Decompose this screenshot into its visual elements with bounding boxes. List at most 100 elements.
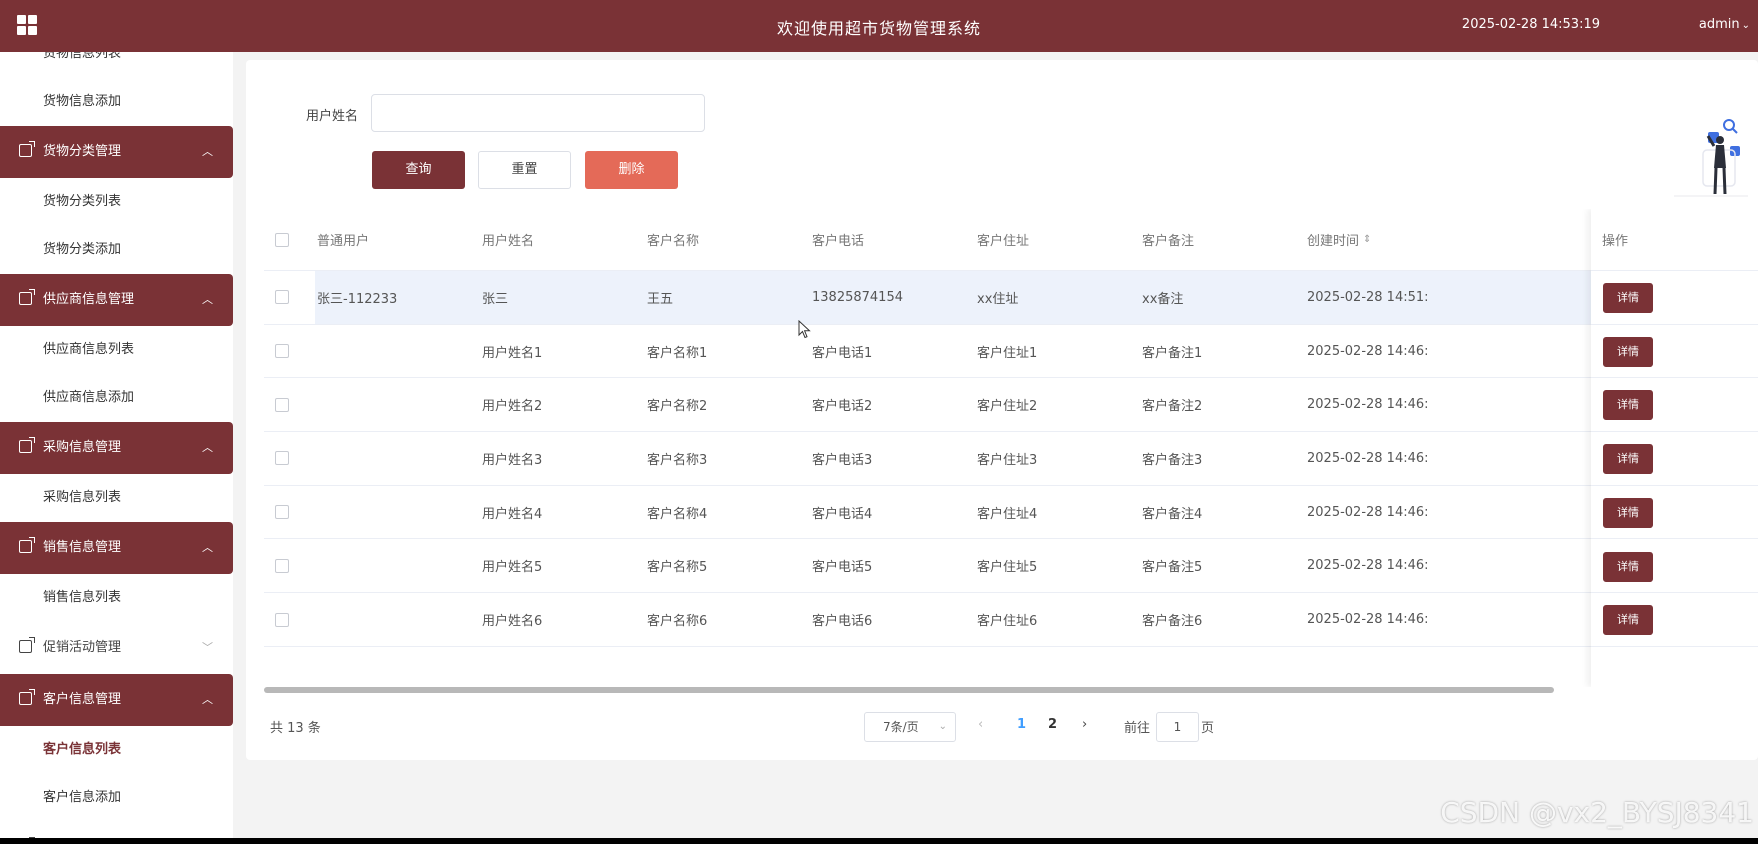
reset-button[interactable]: 重置 (478, 151, 571, 189)
sidebar-group[interactable]: 客户信息管理 ︿ (0, 674, 233, 726)
sidebar-group-label: 促销活动管理 (43, 640, 122, 655)
column-header-phone: 客户电话 (812, 209, 972, 270)
row-checkbox[interactable] (275, 397, 289, 412)
detail-button[interactable]: 详情 (1603, 444, 1653, 475)
cell-remark: 客户备注4 (1142, 506, 1203, 522)
sidebar-group[interactable]: 采购信息管理 ︿ (0, 422, 233, 474)
edit-icon (19, 689, 35, 705)
sidebar-item[interactable]: 客户信息列表 (0, 726, 233, 774)
detail-button[interactable]: 详情 (1603, 551, 1653, 582)
prev-page-button[interactable]: ‹ (978, 717, 983, 732)
detail-button[interactable]: 详情 (1603, 497, 1653, 528)
table-row[interactable]: 用户姓名4 客户名称4 客户电话4 客户住址4 客户备注4 2025-02-28 14:4… (264, 485, 1758, 540)
sidebar-item[interactable]: 客户信息添加 (0, 774, 233, 822)
sidebar-group[interactable]: 供应商信息管理 ︿ (0, 274, 233, 326)
sidebar-item[interactable]: 货物分类列表 (0, 178, 233, 226)
page-1-button[interactable]: 1 (1017, 717, 1026, 732)
cell-customer: 客户名称5 (647, 560, 708, 576)
next-page-button[interactable]: › (1082, 717, 1087, 732)
sidebar-group[interactable]: 促销活动管理 ﹀ (0, 622, 233, 674)
select-all-checkbox[interactable] (275, 232, 289, 247)
horizontal-scrollbar[interactable] (264, 687, 1554, 693)
cell-phone: 客户电话5 (812, 560, 873, 576)
sidebar-item[interactable]: 销售信息列表 (0, 574, 233, 622)
page-size-select[interactable]: 7条/页 ⌄ (864, 712, 956, 742)
detail-button[interactable]: 详情 (1603, 336, 1653, 367)
sidebar-item[interactable]: 采购信息列表 (0, 474, 233, 522)
column-header-label: 客户电话 (812, 234, 865, 249)
cell-phone: 客户电话6 (812, 614, 873, 630)
sidebar-group-label: 客户信息管理 (43, 692, 122, 707)
cell-user (317, 540, 477, 593)
customer-table: 普通用户 用户姓名 客户名称 客户电话 客户住址 客户备注 创建时间 ⇕ 张三-112233 张… (264, 209, 1758, 687)
sidebar-group[interactable]: 员工信息管理﹀ (0, 822, 233, 838)
watermark: CSDN @vx2_BYSJ8341 (1440, 796, 1754, 829)
column-header-created[interactable]: 创建时间 ⇕ (1307, 209, 1467, 270)
cell-customer: 客户名称2 (647, 399, 708, 415)
cell-created: 2025-02-28 14:46:4 (1307, 558, 1427, 574)
page-size-value: 7条/页 (883, 720, 919, 734)
goto-prefix: 前往 (1124, 721, 1151, 736)
sidebar-item[interactable]: 供应商信息添加 (0, 374, 233, 422)
row-checkbox[interactable] (275, 505, 289, 520)
chevron-up-icon: ︿ (202, 293, 213, 306)
table-row[interactable]: 用户姓名6 客户名称6 客户电话6 客户住址6 客户备注6 2025-02-28 14:4… (264, 593, 1758, 647)
search-illustration (1674, 119, 1748, 197)
sidebar-group[interactable]: 销售信息管理 ︿ (0, 522, 233, 574)
row-checkbox[interactable] (275, 344, 289, 359)
row-checkbox[interactable] (275, 451, 289, 466)
column-header-name: 用户姓名 (482, 209, 642, 270)
sidebar-group[interactable]: 货物分类管理 ︿ (0, 126, 233, 178)
row-checkbox[interactable] (275, 290, 289, 305)
edit-icon (19, 289, 35, 305)
detail-button[interactable]: 详情 (1603, 283, 1653, 313)
username: admin (1698, 17, 1740, 32)
edit-icon (19, 141, 35, 157)
sidebar-item[interactable]: 货物分类添加 (0, 226, 233, 274)
sidebar-group-label: 采购信息管理 (43, 440, 122, 455)
username-search-input[interactable] (371, 94, 705, 132)
row-checkbox[interactable] (275, 612, 289, 627)
operation-column: 操作 详情 详情 详情 详情 详情 详情 详情 (1591, 209, 1758, 687)
table-row[interactable]: 用户姓名2 客户名称2 客户电话2 客户住址2 客户备注2 2025-02-28 14:4… (264, 378, 1758, 433)
cell-phone: 客户电话4 (812, 506, 873, 522)
table-row[interactable]: 用户姓名3 客户名称3 客户电话3 客户住址3 客户备注3 2025-02-28 14:4… (264, 432, 1758, 486)
table-row[interactable]: 张三-112233 张三 王五 13825874154 xx住址 xx备注 2025-02-… (264, 271, 1758, 325)
cell-user (317, 432, 477, 485)
mouse-cursor-icon (798, 320, 811, 339)
chevron-up-icon: ︿ (202, 541, 213, 554)
cell-address: 客户住址4 (977, 506, 1038, 522)
user-menu[interactable]: admin ⌄ (1699, 17, 1750, 32)
sidebar-item[interactable]: 货物信息列表 (0, 52, 233, 78)
cell-address: 客户住址5 (977, 560, 1038, 576)
sidebar-item[interactable]: 货物信息添加 (0, 78, 233, 126)
chevron-down-icon: ﹀ (202, 641, 213, 654)
delete-button[interactable]: 删除 (585, 151, 678, 189)
cell-created: 2025-02-28 14:46:4 (1307, 504, 1427, 520)
cell-address: 客户住址2 (977, 399, 1038, 415)
cell-customer: 客户名称6 (647, 614, 708, 630)
operation-cell: 详情 (1591, 432, 1758, 486)
row-checkbox[interactable] (275, 558, 289, 573)
detail-button[interactable]: 详情 (1603, 605, 1653, 636)
sort-icon[interactable]: ⇕ (1363, 234, 1371, 245)
operation-cell: 详情 (1591, 540, 1758, 594)
table-row[interactable]: 用户姓名1 客户名称1 客户电话1 客户住址1 客户备注1 2025-02-28 14:4… (264, 324, 1758, 379)
cell-user (317, 486, 477, 539)
operation-cell: 详情 (1591, 486, 1758, 540)
detail-button[interactable]: 详情 (1603, 390, 1653, 421)
edit-icon (19, 537, 35, 553)
cell-remark: 客户备注2 (1142, 399, 1203, 415)
table-row[interactable]: 用户姓名5 客户名称5 客户电话5 客户住址5 客户备注5 2025-02-28 14:4… (264, 539, 1758, 594)
chevron-up-icon: ︿ (202, 693, 213, 706)
cell-address: xx住址 (977, 291, 1019, 307)
cell-phone: 客户电话1 (812, 345, 873, 361)
cell-phone: 客户电话2 (812, 399, 873, 415)
query-button[interactable]: 查询 (372, 151, 465, 189)
goto-page-input[interactable] (1156, 712, 1199, 742)
page-2-button[interactable]: 2 (1048, 717, 1057, 732)
cell-remark: 客户备注6 (1142, 614, 1203, 630)
column-header-address: 客户住址 (977, 209, 1137, 270)
sidebar-item[interactable]: 供应商信息列表 (0, 326, 233, 374)
magnifier-icon (1723, 119, 1735, 131)
